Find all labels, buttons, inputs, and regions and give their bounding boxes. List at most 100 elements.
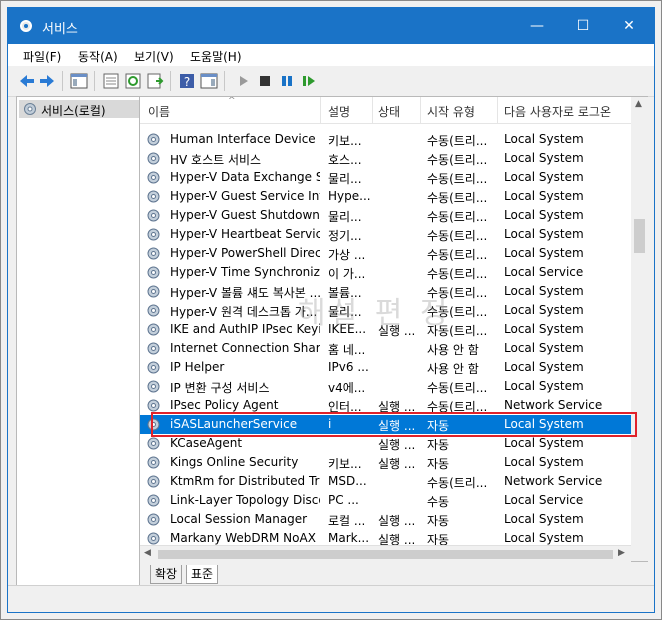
cell-logon: Local System <box>504 284 584 298</box>
cell-name: Hyper-V Data Exchange Se... <box>170 170 320 184</box>
toolbar-separator <box>224 71 225 91</box>
cell-logon: Local System <box>504 531 584 545</box>
service-row[interactable]: Local Session Manager 로컬 ... 실행 ... 자동 Local… <box>140 510 631 529</box>
close-button[interactable]: ✕ <box>606 8 652 44</box>
service-row[interactable]: IPsec Policy Agent 인터... 실행 ... 수동(트리... Net… <box>140 396 631 415</box>
cell-desc: 로컬 ... <box>328 514 366 528</box>
service-row[interactable]: IP 변환 구성 서비스 v4에... 수동(트리... Local System <box>140 377 631 396</box>
cell-startup: 수동(트리... <box>427 400 488 414</box>
help-icon[interactable]: ? <box>178 72 196 90</box>
cell-logon: Local System <box>504 170 584 184</box>
console-tree: 서비스(로컬) <box>16 96 140 590</box>
column-divider[interactable] <box>420 97 421 123</box>
scroll-right-arrow-icon[interactable]: ▶ <box>618 548 625 558</box>
column-header-name[interactable]: 이름 <box>148 103 170 120</box>
stop-service-icon[interactable] <box>256 72 274 90</box>
column-divider[interactable] <box>320 97 321 123</box>
menu-view[interactable]: 보기(V) <box>134 48 174 65</box>
vertical-scroll-thumb[interactable] <box>634 219 645 253</box>
cell-desc: 가상 ... <box>328 248 366 262</box>
horizontal-scroll-thumb[interactable] <box>158 550 613 559</box>
service-gear-icon <box>147 323 160 336</box>
cell-name: Hyper-V 볼륨 섀도 복사본 ... <box>170 286 320 300</box>
column-header-description[interactable]: 설명 <box>328 103 350 120</box>
service-row[interactable]: Hyper-V Data Exchange Se... 물리... 수동(트리...… <box>140 168 631 187</box>
cell-startup: 자동 <box>427 514 450 528</box>
column-divider[interactable] <box>372 97 373 123</box>
service-row[interactable]: IKE and AuthIP IPsec Keyin... IKEE... 실행 .… <box>140 320 631 339</box>
cell-name: Local Session Manager <box>170 512 308 526</box>
services-gear-icon <box>20 20 32 32</box>
cell-desc: PC ... <box>328 493 359 507</box>
tab-standard[interactable]: 표준 <box>186 565 219 584</box>
back-arrow-icon[interactable] <box>18 72 36 90</box>
pause-service-icon[interactable] <box>278 72 296 90</box>
service-row[interactable]: Hyper-V 원격 데스크톱 가... 물리... 수동(트리... Local S… <box>140 301 631 320</box>
service-gear-icon <box>147 342 160 355</box>
cell-startup: 수동 <box>427 495 450 509</box>
cell-desc: 호스... <box>328 153 362 167</box>
cell-desc: 키보... <box>328 134 362 148</box>
forward-arrow-icon[interactable] <box>38 72 56 90</box>
cell-startup: 자동(트리... <box>427 324 488 338</box>
service-row[interactable]: Hyper-V 볼륨 섀도 복사본 ... 볼륨... 수동(트리... Local … <box>140 282 631 301</box>
menu-help[interactable]: 도움말(H) <box>190 48 242 65</box>
cell-name: IPsec Policy Agent <box>170 398 279 412</box>
export-list-icon[interactable] <box>146 72 164 90</box>
column-header-log-on-as[interactable]: 다음 사용자로 로그온 <box>504 103 611 120</box>
service-gear-icon <box>147 247 160 260</box>
cell-logon: Local Service <box>504 265 584 279</box>
service-row[interactable]: IP Helper IPv6 ... 사용 안 함 Local System <box>140 358 631 377</box>
menu-file[interactable]: 파일(F) <box>23 48 61 65</box>
minimize-button[interactable]: — <box>514 8 560 44</box>
horizontal-scrollbar[interactable]: ◀ ▶ <box>140 545 631 562</box>
scroll-up-arrow-icon[interactable]: ▲ <box>635 99 642 109</box>
service-row[interactable]: Hyper-V Guest Shutdown ... 물리... 수동(트리... L… <box>140 206 631 225</box>
properties-icon[interactable] <box>102 72 120 90</box>
cell-name: iSASLauncherService <box>170 417 298 431</box>
vertical-scrollbar[interactable]: ▲ <box>631 96 648 562</box>
refresh-icon[interactable] <box>124 72 142 90</box>
service-gear-icon <box>147 380 160 393</box>
svg-text:?: ? <box>184 75 190 89</box>
service-row[interactable]: Internet Connection Sharin... 홈 네... 사용 안 … <box>140 339 631 358</box>
service-row[interactable]: Hyper-V Guest Service Inte... Hype... 수동(트… <box>140 187 631 206</box>
service-row[interactable]: HV 호스트 서비스 호스... 수동(트리... Local System <box>140 149 631 168</box>
service-row[interactable]: Hyper-V Heartbeat Service 정기... 수동(트리... Lo… <box>140 225 631 244</box>
service-row[interactable]: Link-Layer Topology Disco... PC ... 수동 Loca… <box>140 491 631 510</box>
cell-name: Hyper-V Guest Service Inte... <box>170 189 320 203</box>
service-gear-icon <box>147 304 160 317</box>
service-row[interactable]: Human Interface Device Se... 키보... 수동(트리..… <box>140 130 631 149</box>
service-gear-icon <box>147 532 160 545</box>
cell-logon: Local System <box>504 512 584 526</box>
column-divider[interactable] <box>497 97 498 123</box>
cell-name: IP 변환 구성 서비스 <box>170 381 270 395</box>
show-hide-action-pane-icon[interactable] <box>200 72 218 90</box>
service-row[interactable]: Hyper-V PowerShell Direct... 가상 ... 수동(트리.… <box>140 244 631 263</box>
cell-logon: Local System <box>504 227 584 241</box>
console-tree-icon[interactable] <box>70 72 88 90</box>
service-row[interactable]: Hyper-V Time Synchroniza... 이 가... 수동(트리..… <box>140 263 631 282</box>
start-service-icon[interactable] <box>234 72 252 90</box>
restart-service-icon[interactable] <box>300 72 318 90</box>
service-row[interactable]: KtmRm for Distributed Tra... MSD... 수동(트리.… <box>140 472 631 491</box>
service-row[interactable]: Kings Online Security 키보... 실행 ... 자동 Local … <box>140 453 631 472</box>
service-gear-icon <box>147 361 160 374</box>
services-gear-icon <box>24 103 36 115</box>
column-header-startup-type[interactable]: 시작 유형 <box>427 103 475 120</box>
service-row[interactable]: iSASLauncherService i 실행 ... 자동 Local System <box>140 415 631 434</box>
service-gear-icon <box>147 399 160 412</box>
service-gear-icon <box>147 418 160 431</box>
menu-bar: 파일(F) 동작(A) 보기(V) 도움말(H) <box>8 44 654 66</box>
cell-startup: 수동(트리... <box>427 381 488 395</box>
cell-name: Hyper-V PowerShell Direct... <box>170 246 320 260</box>
service-row[interactable]: KCaseAgent 실행 ... 자동 Local System <box>140 434 631 453</box>
column-header-status[interactable]: 상태 <box>378 103 400 120</box>
tree-item-services-local[interactable]: 서비스(로컬) <box>19 100 139 118</box>
title-bar[interactable]: 서비스 — ☐ ✕ <box>8 8 654 44</box>
cell-desc: i <box>328 417 332 431</box>
tab-extended[interactable]: 확장 <box>150 565 183 584</box>
maximize-button[interactable]: ☐ <box>560 8 606 44</box>
menu-action[interactable]: 동작(A) <box>78 48 118 65</box>
scroll-left-arrow-icon[interactable]: ◀ <box>144 548 151 558</box>
